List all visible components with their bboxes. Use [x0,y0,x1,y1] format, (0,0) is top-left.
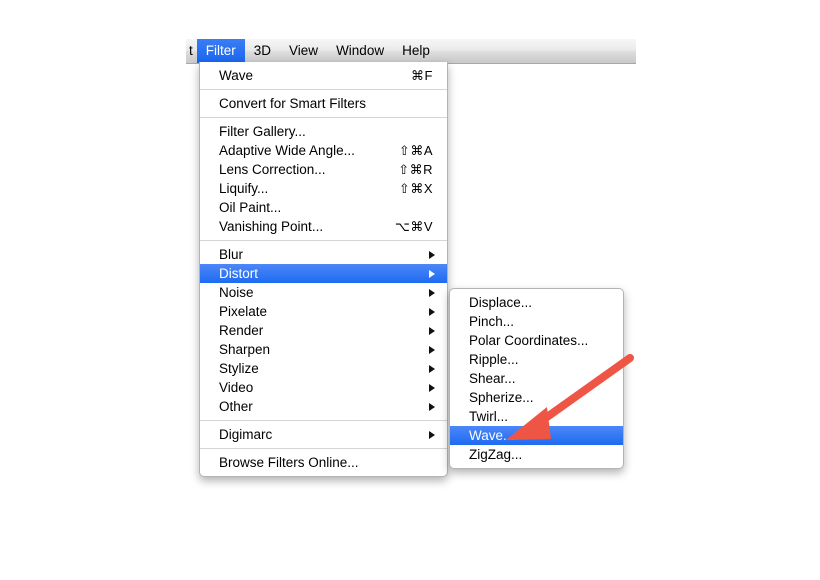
menubar-item-label: Window [336,43,385,59]
distort-submenu-item-shear[interactable]: Shear... [450,369,623,388]
menu-item-label: Shear... [469,371,516,386]
filter-menu-item-vanishing-point[interactable]: Vanishing Point... ⌥⌘V [200,217,447,236]
menu-item-label: Filter Gallery... [219,124,306,139]
submenu-chevron-right-icon [429,383,435,392]
menu-item-label: Adaptive Wide Angle... [219,143,355,158]
distort-submenu-item-zigzag[interactable]: ZigZag... [450,445,623,464]
filter-menu-item-oil-paint[interactable]: Oil Paint... [200,198,447,217]
menu-bar: t Filter 3D View Window Help [186,39,636,64]
submenu-chevron-right-icon [429,288,435,297]
menubar-item-label: 3D [253,43,272,59]
filter-menu-item-noise[interactable]: Noise [200,283,447,302]
menu-item-label: Browse Filters Online... [219,455,359,470]
menu-item-label: Sharpen [219,342,271,357]
menu-item-label: Twirl... [469,409,508,424]
filter-menu-item-digimarc[interactable]: Digimarc [200,425,447,444]
menu-item-label: Pinch... [469,314,515,329]
menu-item-label: Digimarc [219,427,273,442]
menu-item-label: Wave... [469,428,515,443]
filter-menu-item-stylize[interactable]: Stylize [200,359,447,378]
submenu-chevron-right-icon [429,326,435,335]
menu-item-label: Pixelate [219,304,268,319]
filter-menu-item-convert-for-smart-filters[interactable]: Convert for Smart Filters [200,94,447,113]
menu-item-label: Convert for Smart Filters [219,96,367,111]
menu-item-label: Lens Correction... [219,162,326,177]
menu-item-shortcut: ⇧⌘R [398,162,433,177]
filter-menu-item-blur[interactable]: Blur [200,245,447,264]
filter-menu-item-browse-filters-online[interactable]: Browse Filters Online... [200,453,447,472]
menu-item-shortcut: ⇧⌘A [398,143,433,158]
submenu-chevron-right-icon [429,345,435,354]
menu-item-label: Oil Paint... [219,200,282,215]
menu-item-label: Other [219,399,253,414]
menu-item-shortcut: ⌥⌘V [394,219,433,234]
filter-menu-item-sharpen[interactable]: Sharpen [200,340,447,359]
distort-submenu-item-spherize[interactable]: Spherize... [450,388,623,407]
submenu-chevron-right-icon [429,250,435,259]
filter-menu-separator [200,240,447,241]
filter-menu-item-filter-gallery[interactable]: Filter Gallery... [200,122,447,141]
menu-item-label: ZigZag... [469,447,523,462]
filter-menu-separator [200,117,447,118]
menu-item-label: Spherize... [469,390,534,405]
menubar-item-label: t [189,43,193,59]
menu-item-label: Displace... [469,295,533,310]
distort-submenu-item-displace[interactable]: Displace... [450,293,623,312]
submenu-chevron-right-icon [429,364,435,373]
filter-menu-item-pixelate[interactable]: Pixelate [200,302,447,321]
menu-item-label: Wave [219,68,254,83]
menubar-item-label: Filter [205,43,236,59]
menu-item-label: Polar Coordinates... [469,333,589,348]
submenu-chevron-right-icon [429,269,435,278]
submenu-chevron-right-icon [429,307,435,316]
submenu-chevron-right-icon [429,402,435,411]
distort-submenu-panel: Displace... Pinch... Polar Coordinates... R… [449,288,624,469]
filter-menu-separator [200,448,447,449]
filter-menu-item-wave[interactable]: Wave ⌘F [200,66,447,85]
filter-menu-separator [200,420,447,421]
menubar-item-label: View [289,43,319,59]
filter-menu-panel: Wave ⌘F Convert for Smart Filters Filter Ga… [199,62,448,477]
menu-item-label: Noise [219,285,254,300]
menubar-item-help[interactable]: Help [393,39,439,63]
menu-item-label: Ripple... [469,352,519,367]
menu-item-label: Vanishing Point... [219,219,324,234]
menubar-item-view[interactable]: View [280,39,327,63]
menu-item-shortcut: ⌘F [411,68,433,83]
menu-item-shortcut: ⇧⌘X [398,181,433,196]
distort-submenu-item-wave[interactable]: Wave... [450,426,623,445]
distort-submenu-item-polar-coordinates[interactable]: Polar Coordinates... [450,331,623,350]
menu-item-label: Video [219,380,254,395]
distort-submenu-item-pinch[interactable]: Pinch... [450,312,623,331]
menu-item-label: Stylize [219,361,259,376]
menu-item-label: Liquify... [219,181,269,196]
menu-item-label: Distort [219,266,259,281]
filter-menu-item-render[interactable]: Render [200,321,447,340]
menu-item-label: Blur [219,247,244,262]
menubar-item-t[interactable]: t [186,39,197,63]
distort-submenu-item-twirl[interactable]: Twirl... [450,407,623,426]
filter-menu-item-distort[interactable]: Distort [200,264,447,283]
submenu-chevron-right-icon [429,430,435,439]
filter-menu-item-video[interactable]: Video [200,378,447,397]
menubar-item-label: Help [402,43,430,59]
distort-submenu-item-ripple[interactable]: Ripple... [450,350,623,369]
menubar-item-3d[interactable]: 3D [245,39,280,63]
menu-item-label: Render [219,323,264,338]
filter-menu-separator [200,89,447,90]
screenshot-stage: t Filter 3D View Window Help Wave ⌘F Convert fo… [0,0,820,580]
filter-menu-item-lens-correction[interactable]: Lens Correction... ⇧⌘R [200,160,447,179]
menubar-item-filter[interactable]: Filter [196,39,245,63]
menubar-item-window[interactable]: Window [327,39,393,63]
filter-menu-item-liquify[interactable]: Liquify... ⇧⌘X [200,179,447,198]
filter-menu-item-other[interactable]: Other [200,397,447,416]
filter-menu-item-adaptive-wide-angle[interactable]: Adaptive Wide Angle... ⇧⌘A [200,141,447,160]
